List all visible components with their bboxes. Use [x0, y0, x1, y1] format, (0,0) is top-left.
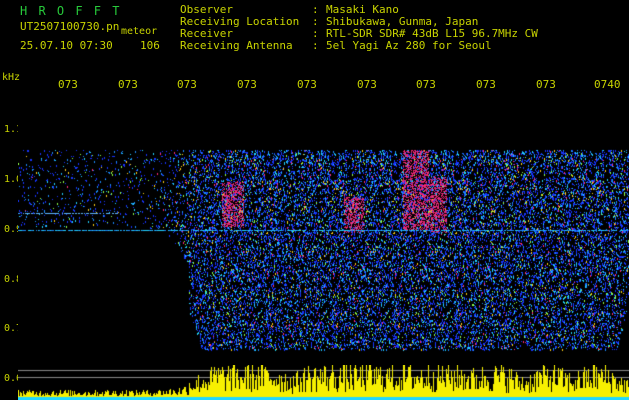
timestamp: 25.07.10 07:30 — [20, 39, 113, 52]
meteor-label: meteor — [121, 26, 158, 37]
app-title: H R O F F T — [20, 4, 122, 18]
info-colon: : — [312, 39, 319, 52]
time-label: 073 — [177, 78, 197, 91]
spectrogram — [18, 95, 629, 370]
time-label: 073 — [237, 78, 257, 91]
station-info: Observer: Masaki Kano Receiving Location:… — [180, 4, 538, 52]
info-key: Receiving Antenna — [180, 39, 293, 52]
time-label: 073 — [476, 78, 496, 91]
info-value: 5el Yagi Az 280 for Seoul — [326, 39, 492, 52]
time-label: 073 — [118, 78, 138, 91]
time-label: 073 — [58, 78, 78, 91]
time-label: 073 — [357, 78, 377, 91]
frequency-unit-label: kHz — [2, 72, 21, 83]
info-row-antenna: Receiving Antenna:5el Yagi Az 280 for Se… — [180, 40, 538, 52]
time-label: 073 — [416, 78, 436, 91]
file-name: UT2507100730.pn — [20, 20, 120, 33]
time-label: 073 — [297, 78, 317, 91]
time-label: 0740 — [594, 78, 621, 91]
signal-level-panel — [18, 365, 629, 400]
meteor-count: 106 — [140, 39, 160, 52]
time-label: 073 — [536, 78, 556, 91]
